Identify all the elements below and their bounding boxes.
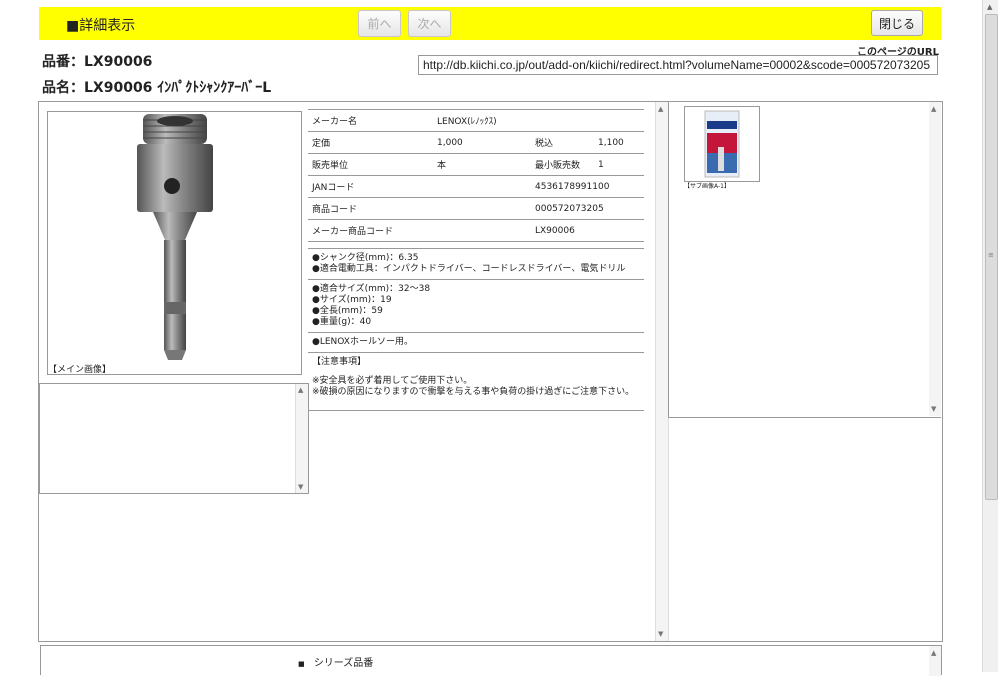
window-scroll-thumb[interactable]: ≡ [985,14,998,500]
spec-value: 4536178991100 [531,175,644,198]
scroll-up-icon[interactable]: ▲ [658,105,663,113]
spec-value: LENOX(ﾚﾉｯｸｽ) [433,109,644,132]
memo-scrollbar[interactable]: ▲ ▼ [295,384,308,493]
spec-table: メーカー名 LENOX(ﾚﾉｯｸｽ) 定価 1,000 税込 1,100 販売単… [308,109,644,242]
notice-body: ※安全具を必ず着用してご使用下さい。 ※破損の原因になりますので衝撃を与える事や… [308,368,644,411]
series-panel: ■ シリーズ品番 ▲ [40,645,942,676]
page-url-field[interactable]: http://db.kiichi.co.jp/out/add-on/kiichi… [418,55,938,75]
spec-label: メーカー商品コード [308,219,531,242]
scroll-up-icon[interactable]: ▲ [987,3,992,11]
description: ●シャンク径(mm)：6.35 ●適合電動工具：インパクトドライバー、コードレス… [308,248,644,411]
content-scrollbar[interactable]: ▲ ▼ [655,102,669,641]
close-button[interactable]: 閉じる [871,10,923,36]
memo-area[interactable]: ▲ ▼ [39,383,309,494]
description-block: ●LENOXホールソー用。 [308,333,644,353]
header-bar: ■詳細表示 前へ 次へ 閉じる [39,7,941,40]
table-row: メーカー名 LENOX(ﾚﾉｯｸｽ) [308,109,644,132]
scroll-down-icon[interactable]: ▼ [658,630,663,638]
sub-image-thumb[interactable] [684,106,760,182]
sub-image-caption: 【サブ画像A-1】 [684,183,730,190]
main-image-frame: 【メイン画像】 [47,111,302,375]
sub-image-scrollbar[interactable]: ▲ ▼ [929,102,941,416]
spec-label: 税込 [531,131,594,154]
spec-value: 1,000 [433,131,531,154]
description-block: ●シャンク径(mm)：6.35 ●適合電動工具：インパクトドライバー、コードレス… [308,249,644,280]
table-row: 商品コード 000572073205 [308,197,644,220]
main-product-image [137,114,213,360]
series-label-row: ■ シリーズ品番 [298,654,373,669]
scroll-down-icon[interactable]: ▼ [931,405,936,413]
description-block: ●適合サイズ(mm)：32～38 ●サイズ(mm)：19 ●全長(mm)：59 … [308,280,644,333]
prev-button[interactable]: 前へ [358,10,401,37]
spec-label: JANコード [308,175,531,198]
scroll-up-icon[interactable]: ▲ [931,649,936,657]
grip-icon: ≡ [988,251,994,259]
spec-label: 最小販売数 [531,153,594,176]
page-title: ■詳細表示 [66,18,136,34]
spec-label: 販売単位 [308,153,433,176]
product-number: 品番：LX90006 [42,54,153,70]
window-scrollbar[interactable]: ▲ ≡ [982,0,998,672]
product-name: 品名：LX90006 ｲﾝﾊﾟｸﾄｼｬﾝｸｱｰﾊﾞｰL [42,80,272,96]
spec-label: メーカー名 [308,109,433,132]
bullet-icon: ■ [298,660,305,668]
spec-value: 本 [433,153,531,176]
spec-value: LX90006 [531,219,644,242]
table-row: 定価 1,000 税込 1,100 [308,131,644,154]
table-row: JANコード 4536178991100 [308,175,644,198]
spec-label: 商品コード [308,197,531,220]
spec-label: 定価 [308,131,433,154]
next-button[interactable]: 次へ [408,10,451,37]
series-label: シリーズ品番 [313,658,374,669]
spec-value: 000572073205 [531,197,644,220]
table-row: メーカー商品コード LX90006 [308,219,644,242]
sub-product-image [704,110,740,178]
scroll-down-icon[interactable]: ▼ [298,483,303,491]
main-image-caption: 【メイン画像】 [48,365,112,375]
sub-image-panel: 【サブ画像A-1】 ▲ ▼ [668,102,941,418]
spec-value: 1 [594,153,644,176]
scroll-up-icon[interactable]: ▲ [931,105,936,113]
scroll-up-icon[interactable]: ▲ [298,386,303,394]
notice-title: 【注意事項】 [312,357,367,367]
table-row: 販売単位 本 最小販売数 1 [308,153,644,176]
spec-value: 1,100 [594,131,644,154]
spec-table-wrap: メーカー名 LENOX(ﾚﾉｯｸｽ) 定価 1,000 税込 1,100 販売単… [308,109,644,242]
